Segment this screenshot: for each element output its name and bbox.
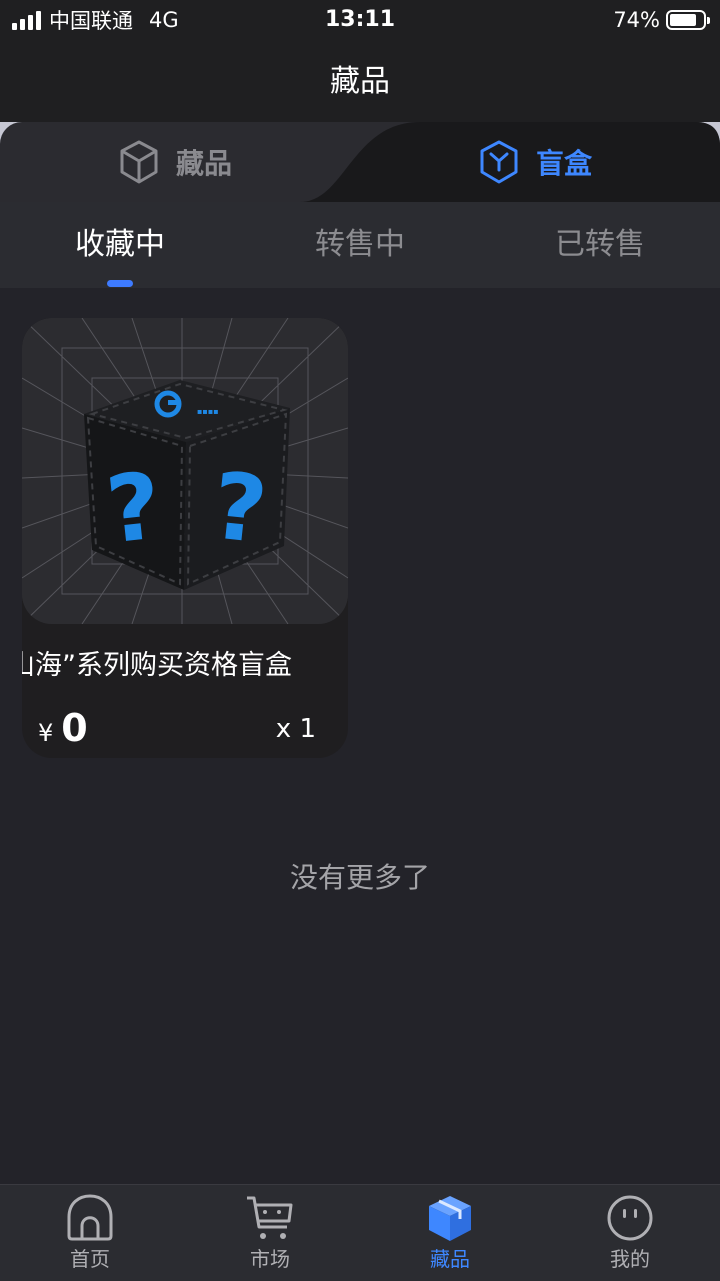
bottom-nav-home[interactable]: 首页 xyxy=(30,1193,150,1271)
cube-outline-icon xyxy=(120,140,158,184)
tab-active-background xyxy=(0,122,720,202)
tab-collectibles-label: 藏品 xyxy=(176,147,233,180)
item-price: ¥ 0 xyxy=(38,706,88,756)
battery-percent: 74% xyxy=(613,8,660,32)
subtab-collecting[interactable]: 收藏中 xyxy=(0,224,240,266)
tab-collectibles[interactable]: 藏品 xyxy=(118,122,232,202)
profile-face-icon xyxy=(607,1195,653,1241)
svg-text:▪▪▪▪: ▪▪▪▪ xyxy=(197,407,219,416)
blind-box-icon xyxy=(480,140,518,184)
status-sub-tabs: 收藏中 转售中 已转售 xyxy=(0,202,720,288)
price-value: 0 xyxy=(61,706,88,750)
subtab-reselling[interactable]: 转售中 xyxy=(240,224,480,266)
subtab-resold[interactable]: 已转售 xyxy=(480,224,720,266)
tab-blind-box[interactable]: 盲盒 xyxy=(478,122,592,202)
bottom-nav-market[interactable]: 市场 xyxy=(210,1193,330,1271)
active-tab-indicator xyxy=(107,280,133,287)
mystery-box-image: ▪▪▪▪ ? ? xyxy=(22,318,348,624)
status-time: 13:11 xyxy=(324,7,396,32)
bottom-nav-home-label: 首页 xyxy=(70,1247,110,1271)
page-title: 藏品 xyxy=(330,64,390,99)
currency-symbol: ¥ xyxy=(38,719,54,747)
battery-icon xyxy=(666,10,710,30)
tab-blind-box-label: 盲盒 xyxy=(536,147,593,180)
bottom-navigation: 首页 市场 藏品 我的 xyxy=(0,1184,720,1281)
item-name: 山海”系列购买资格盲盒 xyxy=(22,650,292,681)
collection-box-icon xyxy=(429,1196,471,1241)
bottom-nav-collection-label: 藏品 xyxy=(430,1247,470,1271)
bottom-nav-profile-label: 我的 xyxy=(610,1247,650,1271)
collection-type-tabs: 藏品 盲盒 xyxy=(0,122,720,202)
item-quantity: x 1 xyxy=(275,714,316,744)
svg-text:?: ? xyxy=(102,452,166,564)
collection-item-card[interactable]: ▪▪▪▪ ? ? 山海”系列购买资格盲盒 ¥ 0 x 1 xyxy=(22,318,348,758)
list-end-text: 没有更多了 xyxy=(289,861,430,894)
svg-text:?: ? xyxy=(207,452,271,564)
status-bar: 中国联通 4G 13:11 74% xyxy=(0,0,720,40)
cart-icon xyxy=(247,1196,293,1239)
navigation-bar: 藏品 xyxy=(0,40,720,122)
home-icon xyxy=(67,1194,113,1241)
bottom-nav-collection[interactable]: 藏品 xyxy=(390,1193,510,1271)
bottom-nav-market-label: 市场 xyxy=(250,1247,290,1271)
bottom-nav-profile[interactable]: 我的 xyxy=(570,1193,690,1271)
